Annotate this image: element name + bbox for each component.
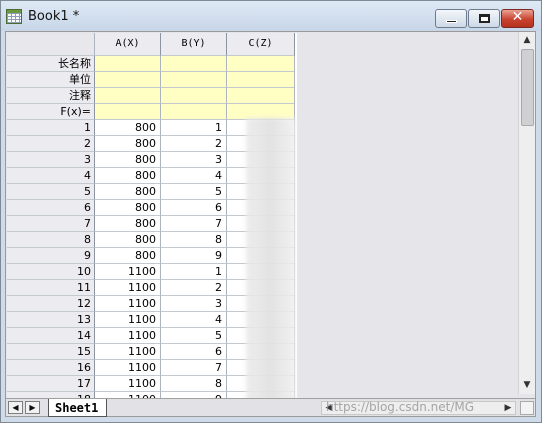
- data-cell-b[interactable]: 2: [161, 280, 227, 296]
- vertical-scrollbar[interactable]: ▲ ▼: [518, 32, 535, 394]
- meta-cell[interactable]: [95, 72, 161, 88]
- data-cell-a[interactable]: 800: [95, 216, 161, 232]
- data-cell-a[interactable]: 800: [95, 120, 161, 136]
- column-header[interactable]: C(Z): [227, 33, 295, 56]
- row-header[interactable]: 5: [7, 184, 95, 200]
- data-cell-a[interactable]: 800: [95, 248, 161, 264]
- row-header[interactable]: 17: [7, 376, 95, 392]
- redacted-region: [246, 118, 296, 404]
- data-cell-a[interactable]: 1100: [95, 296, 161, 312]
- row-header[interactable]: 4: [7, 168, 95, 184]
- data-cell-b[interactable]: 9: [161, 248, 227, 264]
- meta-row-label[interactable]: 单位: [7, 72, 95, 88]
- row-header[interactable]: 7: [7, 216, 95, 232]
- tab-sheet1[interactable]: Sheet1: [48, 399, 108, 417]
- workbook-window: Book1 * ✕ A(X) B(Y) C(Z) 长名称 单位 注释 F(x)= 1 800 1 2…: [0, 0, 542, 423]
- row-header[interactable]: 2: [7, 136, 95, 152]
- data-cell-b[interactable]: 8: [161, 376, 227, 392]
- column-header[interactable]: A(X): [95, 33, 161, 56]
- meta-cell[interactable]: [227, 56, 295, 72]
- row-header[interactable]: 16: [7, 360, 95, 376]
- row-header[interactable]: 3: [7, 152, 95, 168]
- meta-row-label[interactable]: 注释: [7, 88, 95, 104]
- data-cell-b[interactable]: 7: [161, 216, 227, 232]
- data-cell-a[interactable]: 800: [95, 184, 161, 200]
- meta-cell[interactable]: [95, 104, 161, 120]
- sheet-bar: ◀ ▶ Sheet1 ◀ ▶ https://blog.csdn.net/MG: [6, 398, 535, 417]
- row-header[interactable]: 1: [7, 120, 95, 136]
- row-header[interactable]: 10: [7, 264, 95, 280]
- meta-row-label[interactable]: 长名称: [7, 56, 95, 72]
- minimize-icon: [446, 20, 457, 23]
- maximize-button[interactable]: [468, 9, 500, 28]
- data-cell-b[interactable]: 5: [161, 184, 227, 200]
- maximize-icon: [479, 14, 490, 23]
- data-cell-a[interactable]: 1100: [95, 280, 161, 296]
- scroll-down-icon[interactable]: ▼: [519, 377, 535, 393]
- meta-row-label[interactable]: F(x)=: [7, 104, 95, 120]
- data-cell-b[interactable]: 2: [161, 136, 227, 152]
- row-header[interactable]: 11: [7, 280, 95, 296]
- data-cell-b[interactable]: 4: [161, 312, 227, 328]
- data-cell-b[interactable]: 5: [161, 328, 227, 344]
- data-cell-b[interactable]: 4: [161, 168, 227, 184]
- data-cell-a[interactable]: 1100: [95, 312, 161, 328]
- resize-grip[interactable]: [520, 401, 534, 415]
- minimize-button[interactable]: [435, 9, 467, 28]
- scroll-right-icon[interactable]: ▶: [501, 402, 515, 414]
- vertical-scroll-thumb[interactable]: [521, 49, 534, 126]
- meta-cell[interactable]: [227, 72, 295, 88]
- close-button[interactable]: ✕: [501, 9, 534, 28]
- data-cell-b[interactable]: 1: [161, 264, 227, 280]
- data-cell-a[interactable]: 1100: [95, 376, 161, 392]
- meta-cell[interactable]: [161, 72, 227, 88]
- data-cell-b[interactable]: 8: [161, 232, 227, 248]
- data-cell-a[interactable]: 800: [95, 136, 161, 152]
- worksheet-client: A(X) B(Y) C(Z) 长名称 单位 注释 F(x)= 1 800 1 2 800 2 3 800 3 4…: [5, 31, 536, 417]
- data-cell-a[interactable]: 1100: [95, 360, 161, 376]
- scroll-up-icon[interactable]: ▲: [519, 32, 535, 48]
- row-header[interactable]: 14: [7, 328, 95, 344]
- meta-cell[interactable]: [161, 88, 227, 104]
- data-cell-a[interactable]: 800: [95, 200, 161, 216]
- worksheet-icon: [6, 9, 22, 24]
- data-cell-b[interactable]: 3: [161, 296, 227, 312]
- select-all-corner[interactable]: [7, 33, 95, 56]
- data-cell-b[interactable]: 1: [161, 120, 227, 136]
- window-title: Book1 *: [28, 9, 80, 24]
- data-cell-a[interactable]: 800: [95, 152, 161, 168]
- data-cell-b[interactable]: 6: [161, 344, 227, 360]
- data-cell-b[interactable]: 3: [161, 152, 227, 168]
- title-bar[interactable]: Book1 * ✕: [1, 1, 541, 31]
- meta-cell[interactable]: [95, 88, 161, 104]
- row-header[interactable]: 6: [7, 200, 95, 216]
- meta-cell[interactable]: [161, 56, 227, 72]
- row-header[interactable]: 13: [7, 312, 95, 328]
- data-cell-a[interactable]: 800: [95, 232, 161, 248]
- data-cell-a[interactable]: 800: [95, 168, 161, 184]
- next-sheet-button[interactable]: ▶: [25, 401, 40, 414]
- row-header[interactable]: 12: [7, 296, 95, 312]
- data-cell-b[interactable]: 7: [161, 360, 227, 376]
- row-header[interactable]: 9: [7, 248, 95, 264]
- column-header[interactable]: B(Y): [161, 33, 227, 56]
- data-cell-b[interactable]: 6: [161, 200, 227, 216]
- prev-sheet-button[interactable]: ◀: [8, 401, 23, 414]
- data-cell-a[interactable]: 1100: [95, 264, 161, 280]
- row-header[interactable]: 15: [7, 344, 95, 360]
- data-cell-a[interactable]: 1100: [95, 344, 161, 360]
- meta-cell[interactable]: [161, 104, 227, 120]
- close-icon: ✕: [511, 9, 524, 25]
- row-header[interactable]: 8: [7, 232, 95, 248]
- data-cell-a[interactable]: 1100: [95, 328, 161, 344]
- meta-cell[interactable]: [95, 56, 161, 72]
- meta-cell[interactable]: [227, 88, 295, 104]
- watermark-text: https://blog.csdn.net/MG: [326, 400, 475, 414]
